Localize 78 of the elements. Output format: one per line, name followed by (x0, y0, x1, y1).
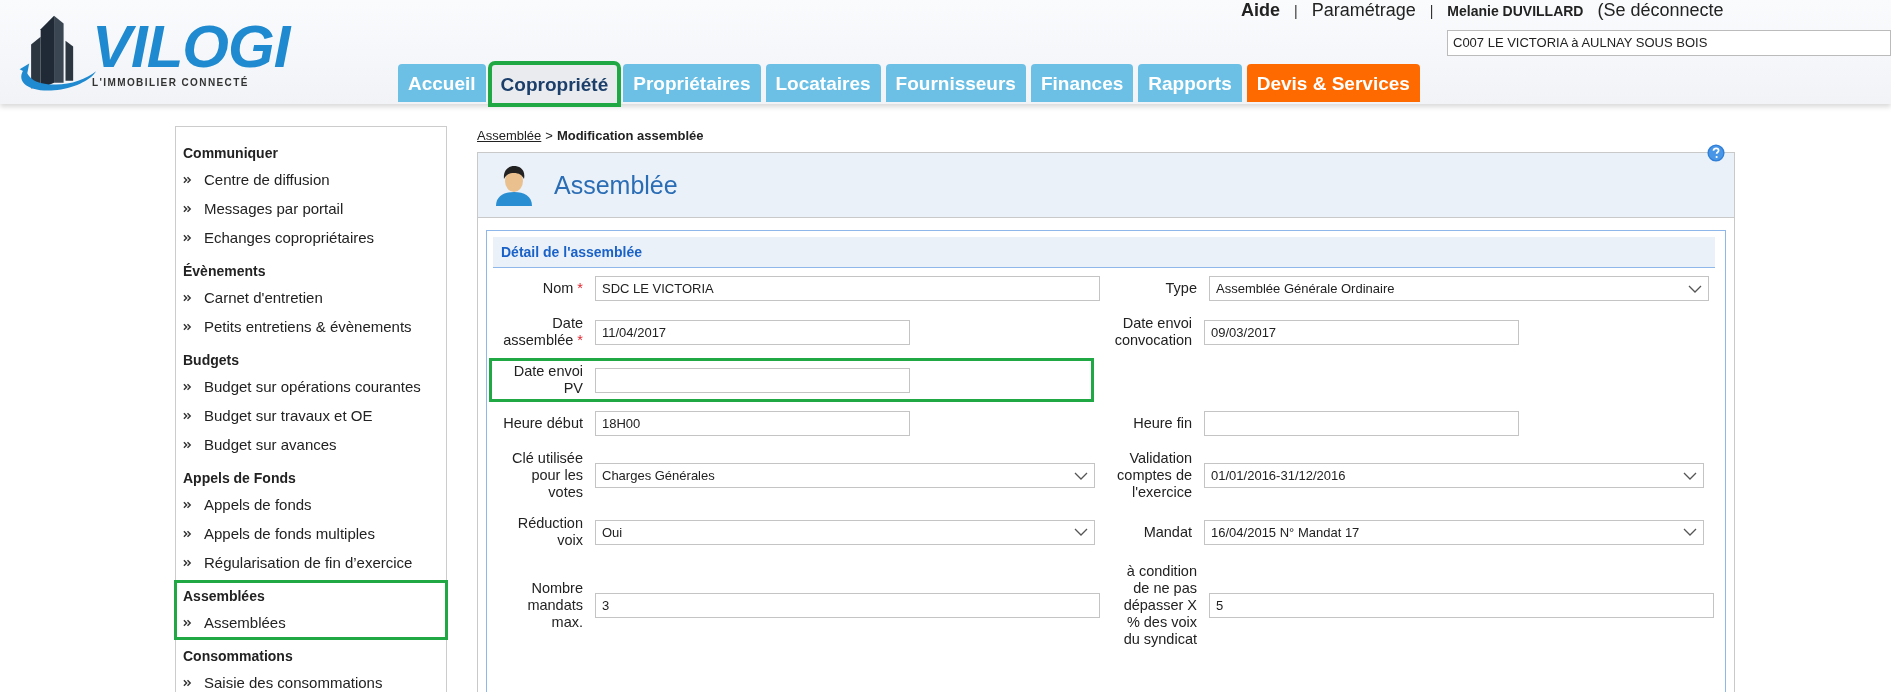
caret-icon (1074, 528, 1088, 536)
sidebar-heading: Consommations (183, 647, 294, 666)
dropdown-field[interactable]: Assemblée Générale Ordinaire (1209, 276, 1709, 301)
dropdown-field[interactable]: Charges Générales (595, 463, 1095, 488)
field-label: Clé utilisée pour les votes (511, 450, 584, 501)
double-chevron-icon (183, 322, 192, 331)
input-field[interactable]: 5 (1209, 593, 1714, 618)
double-chevron-icon (183, 204, 192, 213)
site-selector-field[interactable]: C007 LE VICTORIA à AULNAY SOUS BOIS (1447, 30, 1891, 56)
breadcrumb-separator: > (545, 128, 553, 143)
input-field[interactable]: 09/03/2017 (1204, 319, 1520, 345)
double-chevron-icon (183, 382, 192, 391)
field-label: Mandat (1142, 523, 1194, 541)
header-link[interactable]: Paramétrage (1311, 0, 1416, 21)
field-label: Nombre mandats max. (526, 580, 584, 631)
double-chevron-icon (183, 440, 192, 449)
field-label: Validation comptes de l'exercice (1116, 450, 1194, 501)
double-chevron-icon (183, 500, 192, 509)
separator: | (1294, 3, 1298, 19)
sidebar-heading: Évènements (183, 262, 267, 281)
field-label: Réduction voix (516, 515, 584, 549)
section-title: Détail de l'assemblée (493, 237, 1715, 268)
sidebar-heading: Assemblées (183, 587, 266, 606)
sidebar-item[interactable]: Régularisation de fin d’exercice (183, 548, 445, 577)
breadcrumb-link[interactable]: Assemblée (477, 128, 542, 143)
double-chevron-icon (183, 678, 192, 687)
sidebar-item[interactable]: Budget sur opérations courantes (183, 372, 445, 401)
sidebar-heading: Communiquer (183, 144, 279, 163)
sidebar-item[interactable]: Appels de fonds multiples (183, 519, 445, 548)
field-label: Heure début (502, 415, 584, 432)
logo-wordmark: VILOGI (92, 17, 290, 77)
input-field[interactable]: SDC LE VICTORIA (595, 276, 1100, 301)
sidebar-item[interactable]: Carnet d'entretien (183, 283, 445, 312)
input-field[interactable]: 18H00 (595, 411, 910, 436)
field-label: Date envoi PV (512, 363, 584, 397)
field-label: Nom * (541, 280, 584, 297)
field-label: Heure fin (1132, 415, 1194, 432)
sidebar-item[interactable]: Centre de diffusion (183, 165, 445, 194)
caret-icon (1688, 284, 1702, 293)
panel-title: Assemblée (554, 170, 678, 200)
double-chevron-icon (183, 233, 192, 242)
nav-tab[interactable]: Copropriété (490, 64, 619, 104)
caret-icon (1074, 471, 1088, 480)
sidebar-item[interactable]: Messages par portail (183, 194, 445, 223)
double-chevron-icon (183, 175, 192, 184)
input-field[interactable]: 3 (595, 593, 1100, 618)
header-link[interactable]: Aide (1241, 0, 1280, 21)
separator: | (1429, 3, 1434, 19)
field-label: à condition de ne pas dépasser X % des voix du syndicat (1122, 563, 1198, 648)
dropdown-field[interactable]: 16/04/2015 N° Mandat 17 (1204, 519, 1705, 545)
double-chevron-icon (183, 293, 192, 302)
input-field[interactable] (595, 367, 910, 393)
double-chevron-icon (183, 411, 192, 420)
sidebar-item[interactable]: Echanges copropriétaires (183, 223, 445, 252)
header-link[interactable]: (Se déconnecte (1597, 0, 1724, 21)
sidebar-item[interactable]: Saisie des consommations (183, 668, 445, 692)
breadcrumb-current: Modification assemblée (556, 128, 704, 143)
logo-tagline: L'IMMOBILIER CONNECTÉ (92, 77, 250, 88)
sidebar-heading: Budgets (183, 351, 240, 370)
field-label: Type (1164, 280, 1198, 297)
sidebar-item[interactable]: Budget sur travaux et OE (183, 401, 445, 430)
sidebar-heading: Appels de Fonds (183, 469, 297, 488)
input-field[interactable] (1204, 411, 1520, 436)
sidebar-item[interactable]: Budget sur avances (183, 430, 445, 459)
field-label: Date envoi convocation (1113, 315, 1194, 349)
sidebar-item[interactable]: Assemblées (183, 608, 445, 637)
input-field[interactable]: 11/04/2017 (595, 319, 910, 345)
double-chevron-icon (183, 558, 192, 567)
caret-icon (1683, 528, 1698, 536)
user-name: Melanie DUVILLARD (1447, 3, 1584, 19)
double-chevron-icon (183, 618, 192, 627)
caret-icon (1683, 471, 1698, 480)
sidebar-item[interactable]: Appels de fonds (183, 490, 445, 519)
dropdown-field[interactable]: 01/01/2016-31/12/2016 (1204, 463, 1705, 488)
double-chevron-icon (183, 529, 192, 538)
sidebar-item[interactable]: Petits entretiens & évènements (183, 312, 445, 341)
dropdown-field[interactable]: Oui (595, 519, 1095, 545)
field-label: Date assemblée * (502, 315, 584, 349)
